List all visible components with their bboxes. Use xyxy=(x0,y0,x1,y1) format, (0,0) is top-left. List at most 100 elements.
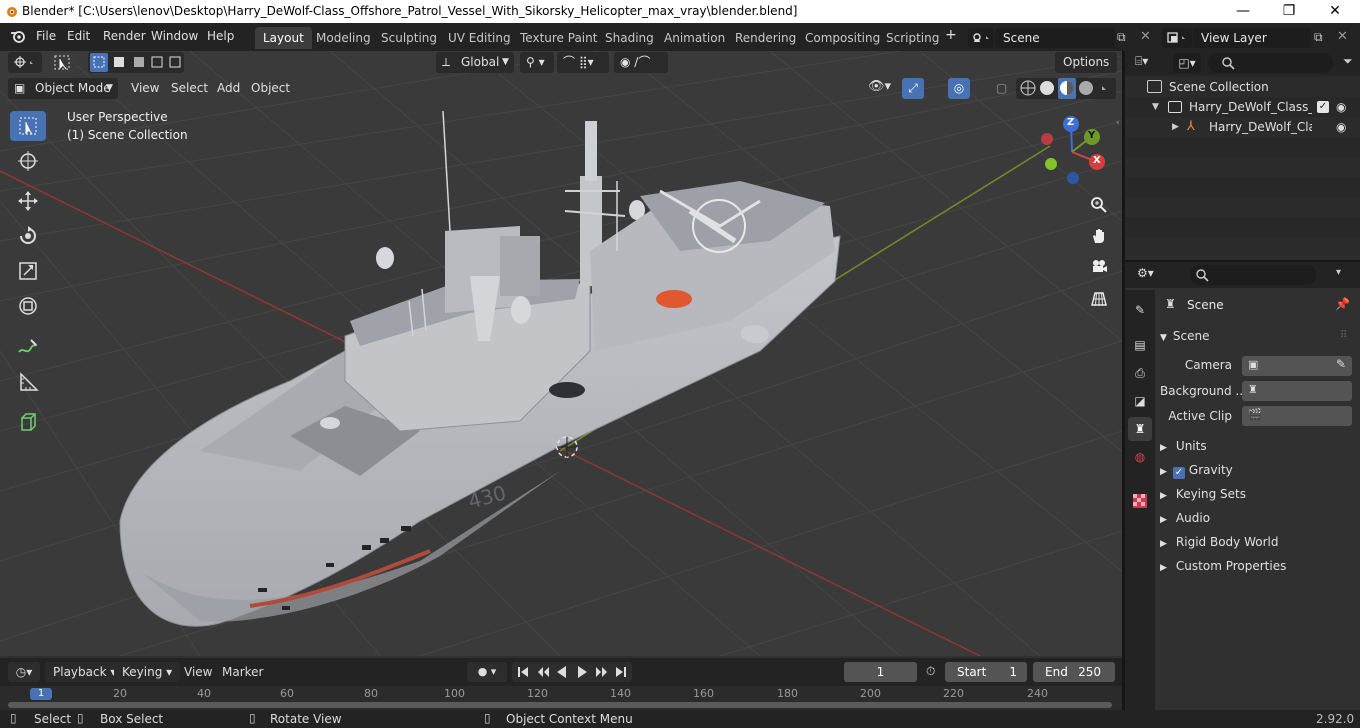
gravity-checkbox[interactable]: ✓ xyxy=(1172,467,1185,479)
visibility-eye-icon[interactable]: ◉ xyxy=(1336,97,1346,117)
start-frame-field[interactable]: Start 1 xyxy=(945,662,1027,682)
keying-dropdown[interactable]: Keying ▾ xyxy=(114,662,181,682)
object-mode-dropdown[interactable]: ▣ Object Mode ▼ xyxy=(8,78,118,99)
outliner-row-collection[interactable]: ▼ Harry_DeWolf_Class_Offs ✓ ◉ xyxy=(1125,97,1360,117)
tool-scale[interactable] xyxy=(10,256,46,286)
new-scene-icon[interactable]: ⧉ xyxy=(1117,30,1126,45)
tool-tab-icon[interactable]: ✎ xyxy=(1128,298,1152,322)
units-section[interactable]: ▶ Units xyxy=(1160,439,1207,453)
view-layer-selector[interactable]: View Layer xyxy=(1193,28,1311,48)
outliner-search-field[interactable] xyxy=(1208,53,1333,73)
3d-viewport[interactable]: 430 Z Y X ⟂ Global ▼ ⚲ ▾ ⌒ ⣿▾ ◉ ∕⌒ Optio… xyxy=(0,51,1122,656)
tool-move[interactable] xyxy=(10,186,46,216)
current-frame-field[interactable]: 1 xyxy=(844,662,917,682)
rigid-body-world-section[interactable]: ▶ Rigid Body World xyxy=(1160,535,1278,549)
filter-icon[interactable]: ⏷ xyxy=(1343,54,1353,69)
scene-icon[interactable] xyxy=(968,28,994,48)
menu-select[interactable]: Select xyxy=(171,81,208,95)
close-button[interactable]: ✕ xyxy=(1312,0,1358,23)
menu-edit[interactable]: Edit xyxy=(67,29,90,43)
chevron-down-icon[interactable]: ▾ xyxy=(1336,267,1341,278)
tab-texture-paint[interactable]: Texture Paint xyxy=(512,27,605,49)
keying-sets-section[interactable]: ▶ Keying Sets xyxy=(1160,487,1246,501)
timeline-menu-marker[interactable]: Marker xyxy=(222,665,263,679)
remove-view-layer-icon[interactable]: ✕ xyxy=(1337,29,1348,44)
active-clip-field[interactable]: 🎬 xyxy=(1242,406,1352,426)
outliner-row-object[interactable]: ▶ ⅄ Harry_DeWolf_Class_ ◉ xyxy=(1125,117,1360,137)
menu-add[interactable]: Add xyxy=(217,81,240,95)
gravity-section[interactable]: ▶ ✓ Gravity xyxy=(1160,463,1233,479)
keyframe-record-button[interactable]: ● ▾ xyxy=(467,662,507,682)
tab-rendering[interactable]: Rendering xyxy=(727,27,804,49)
ortho-grid-icon[interactable] xyxy=(1086,285,1112,311)
timeline-menu-view[interactable]: View xyxy=(184,665,212,679)
outliner-editor-type-icon[interactable]: ⌸▾ xyxy=(1135,54,1148,69)
end-frame-field[interactable]: End 250 xyxy=(1033,662,1115,682)
add-workspace-button[interactable]: + xyxy=(945,27,957,43)
frame-indicator[interactable]: 1 xyxy=(30,688,52,700)
blender-menu-icon[interactable] xyxy=(10,29,26,43)
drag-handle-icon[interactable]: ⠿ xyxy=(1340,330,1347,341)
zoom-icon[interactable] xyxy=(1086,192,1112,218)
playback-dropdown[interactable]: Playback ▾ xyxy=(45,662,125,682)
minimize-button[interactable]: — xyxy=(1220,0,1266,23)
tab-modeling[interactable]: Modeling xyxy=(308,27,379,49)
tab-uv-editing[interactable]: UV Editing xyxy=(440,27,519,49)
menu-file[interactable]: File xyxy=(36,29,56,43)
timeline-ruler[interactable]: 1 20 40 60 80 100 120 140 160 180 200 22… xyxy=(0,686,1122,710)
output-tab-icon[interactable]: ⎙ xyxy=(1128,361,1152,385)
timeline-scrollbar[interactable] xyxy=(8,702,1112,708)
properties-search-field[interactable] xyxy=(1190,265,1317,285)
remove-scene-icon[interactable]: ✕ xyxy=(1140,29,1151,44)
tool-rotate[interactable] xyxy=(10,221,46,251)
scene-selector[interactable]: Scene xyxy=(995,28,1115,48)
eyedropper-icon[interactable]: ✎ xyxy=(1336,357,1346,371)
visibility-eye-icon[interactable]: ◉ xyxy=(1336,117,1346,137)
gizmo-y-label[interactable]: Y xyxy=(1088,130,1095,141)
maximize-button[interactable]: ❐ xyxy=(1266,0,1312,23)
view-layer-tab-icon[interactable]: ◪ xyxy=(1128,389,1152,413)
menu-view[interactable]: View xyxy=(131,81,159,95)
tool-measure[interactable] xyxy=(10,367,46,397)
transform-orientation-dropdown[interactable]: ⟂ Global ▼ xyxy=(436,52,514,73)
world-tab-icon[interactable]: ◍ xyxy=(1128,445,1152,469)
display-mode-icon[interactable]: ◰▾ xyxy=(1173,53,1201,73)
shading-modes[interactable] xyxy=(1016,78,1116,99)
new-view-layer-icon[interactable]: ⧉ xyxy=(1314,30,1323,45)
pin-icon[interactable]: 📌 xyxy=(1335,297,1350,311)
background-field[interactable]: ♜ xyxy=(1242,381,1352,401)
proportional-editing-toggle[interactable]: ◉ ∕⌒ xyxy=(614,52,668,73)
camera-view-icon[interactable] xyxy=(1086,254,1112,280)
stopwatch-icon[interactable]: ⏱ xyxy=(926,664,935,679)
tab-scripting[interactable]: Scripting xyxy=(878,27,947,49)
tool-transform[interactable] xyxy=(10,291,46,321)
pivot-point-dropdown[interactable]: ⚲ ▾ xyxy=(520,52,554,73)
gizmo-x-label[interactable]: X xyxy=(1093,155,1101,166)
selection-mode-icons[interactable] xyxy=(88,52,184,73)
tab-layout[interactable]: Layout xyxy=(255,27,312,49)
visibility-dropdown[interactable]: 👁▾ xyxy=(868,79,891,94)
tab-compositing[interactable]: Compositing xyxy=(797,27,888,49)
menu-object[interactable]: Object xyxy=(251,81,290,95)
render-tab-icon[interactable]: ▤ xyxy=(1128,333,1152,357)
snapping-toggle[interactable]: ⌒ ⣿▾ xyxy=(557,52,609,73)
timeline-editor-type-icon[interactable]: ◷▾ xyxy=(8,662,40,682)
audio-section[interactable]: ▶ Audio xyxy=(1160,511,1210,525)
scene-tab-icon[interactable]: ♜ xyxy=(1128,417,1152,441)
tool-select-box[interactable] xyxy=(10,111,46,141)
tab-shading[interactable]: Shading xyxy=(597,27,662,49)
gizmo-z-label[interactable]: Z xyxy=(1067,117,1074,128)
menu-window[interactable]: Window xyxy=(151,29,198,43)
sidebar-toggle-icon[interactable]: ‹ xyxy=(1116,118,1122,130)
xray-toggle[interactable]: ▢ xyxy=(996,81,1007,95)
collection-checkbox[interactable]: ✓ xyxy=(1317,101,1329,113)
options-dropdown[interactable]: Options xyxy=(1055,52,1117,73)
expand-arrow-icon[interactable]: ▶ xyxy=(1172,117,1179,137)
custom-properties-section[interactable]: ▶ Custom Properties xyxy=(1160,559,1286,573)
tab-animation[interactable]: Animation xyxy=(656,27,733,49)
tool-cursor[interactable] xyxy=(10,146,46,176)
overlays-toggle[interactable]: ◎ xyxy=(948,78,970,99)
tab-sculpting[interactable]: Sculpting xyxy=(373,27,445,49)
playback-controls[interactable] xyxy=(512,662,632,682)
view-layer-icon[interactable] xyxy=(1162,28,1192,48)
